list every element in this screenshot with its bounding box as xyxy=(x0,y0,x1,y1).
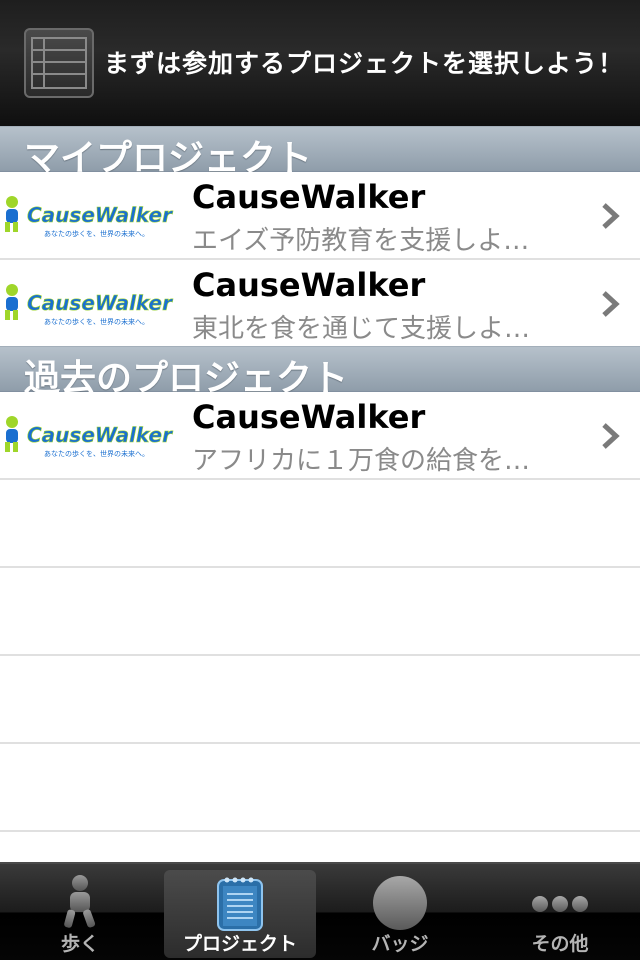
walking-person-icon xyxy=(64,875,96,928)
tab-label: プロジェクト xyxy=(182,933,297,955)
notepad-icon xyxy=(217,877,263,931)
tab-label: バッジ xyxy=(371,933,429,955)
tab-label: その他 xyxy=(531,933,589,955)
section-header-my-projects: マイプロジェクト xyxy=(0,126,640,179)
empty-row-divider xyxy=(0,566,640,568)
chevron-right-icon xyxy=(602,203,620,229)
logo-tagline: あなたの歩くを、世界の未来へ。 xyxy=(44,229,149,238)
logo-tagline: あなたの歩くを、世界の未来へ。 xyxy=(44,449,149,458)
empty-row-divider xyxy=(0,654,640,656)
project-subtitle: アフリカに１万食の給食を… xyxy=(192,446,531,476)
project-row[interactable]: CauseWalker あなたの歩くを、世界の未来へ。 CauseWalker … xyxy=(0,392,640,480)
page-title: まずは参加するプロジェクトを選択しよう！ xyxy=(104,49,625,78)
chevron-right-icon xyxy=(602,423,620,449)
badge-circle-icon xyxy=(373,876,427,930)
tab-project[interactable]: プロジェクト xyxy=(164,870,316,958)
project-title: CauseWalker xyxy=(192,266,426,304)
list-table-icon[interactable] xyxy=(24,28,94,98)
tab-bar: 歩く プロジェクト バッジ その他 xyxy=(0,862,640,960)
project-row[interactable]: CauseWalker あなたの歩くを、世界の未来へ。 CauseWalker … xyxy=(0,172,640,260)
section-header-past-projects: 過去のプロジェクト xyxy=(0,346,640,399)
tab-label: 歩く xyxy=(60,933,99,955)
logo-tagline: あなたの歩くを、世界の未来へ。 xyxy=(44,317,149,326)
nav-bar: まずは参加するプロジェクトを選択しよう！ xyxy=(0,0,640,126)
tab-badge[interactable]: バッジ xyxy=(324,870,476,958)
logo-wordmark: CauseWalker xyxy=(27,423,173,447)
logo-wordmark: CauseWalker xyxy=(27,203,173,227)
empty-row-divider xyxy=(0,742,640,744)
project-title: CauseWalker xyxy=(192,178,426,216)
project-title: CauseWalker xyxy=(192,398,426,436)
causewalker-logo: CauseWalker あなたの歩くを、世界の未来へ。 xyxy=(5,196,173,238)
logo-wordmark: CauseWalker xyxy=(27,291,173,315)
more-dots-icon xyxy=(532,896,588,912)
empty-row-divider xyxy=(0,830,640,832)
project-subtitle: 東北を食を通じて支援しよ… xyxy=(192,314,531,344)
causewalker-logo: CauseWalker あなたの歩くを、世界の未来へ。 xyxy=(5,416,173,458)
causewalker-logo: CauseWalker あなたの歩くを、世界の未来へ。 xyxy=(5,284,173,326)
tab-walk[interactable]: 歩く xyxy=(4,870,156,958)
screen: まずは参加するプロジェクトを選択しよう！ マイプロジェクト CauseWalke… xyxy=(0,0,640,960)
project-subtitle: エイズ予防教育を支援しよ… xyxy=(192,226,530,256)
project-row[interactable]: CauseWalker あなたの歩くを、世界の未来へ。 CauseWalker … xyxy=(0,260,640,348)
tab-other[interactable]: その他 xyxy=(484,870,636,958)
chevron-right-icon xyxy=(602,291,620,317)
